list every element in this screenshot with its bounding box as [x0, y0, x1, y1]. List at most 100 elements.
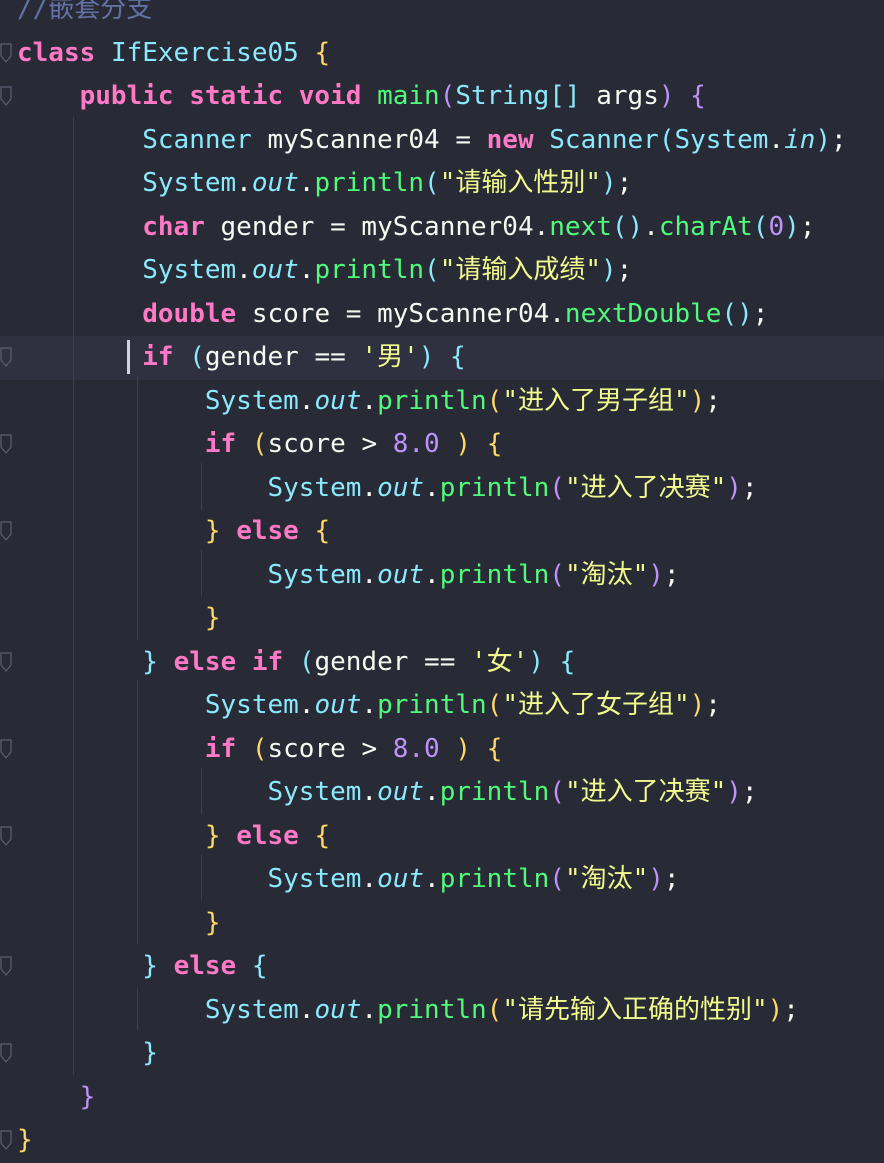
code-line[interactable]: } else if (gender == '女') { [0, 641, 884, 685]
code-line[interactable]: } else { [0, 510, 884, 554]
plain-token: = [330, 211, 346, 242]
code-text: if (gender == '男') { [17, 336, 465, 380]
code-line[interactable]: if (score > 8.0 ) { [0, 728, 884, 772]
code-line[interactable]: } [0, 1119, 884, 1163]
bracket-token: { [486, 733, 503, 764]
code-line[interactable]: System.out.println("请输入成绩"); [0, 249, 884, 293]
bracket-token: } [204, 516, 221, 546]
field-token: out [377, 472, 425, 503]
fold-marker-icon[interactable] [0, 738, 12, 760]
code-line[interactable]: System.out.println("淘汰"); [0, 858, 884, 902]
code-line[interactable]: if (gender == '男') { [0, 336, 884, 380]
code-line[interactable]: if (score > 8.0 ) { [0, 423, 884, 467]
code-line[interactable]: char gender = myScanner04.next().charAt(… [0, 206, 884, 250]
code-line[interactable]: } else { [0, 815, 884, 859]
keyword-token: else [173, 646, 237, 677]
fold-marker-icon[interactable] [0, 651, 12, 673]
field-token: out [377, 864, 425, 894]
code-line[interactable]: //嵌套分支 [0, 0, 884, 32]
plain-token: ; [705, 385, 721, 416]
bracket-token: [ [549, 81, 565, 111]
code-line[interactable]: } [0, 1032, 884, 1076]
code-line[interactable]: } [0, 902, 884, 946]
code-text: } else { [17, 815, 330, 859]
fold-marker-icon[interactable] [0, 346, 12, 368]
code-line[interactable]: } [0, 597, 884, 641]
code-line[interactable]: public static void main(String[] args) { [0, 75, 884, 119]
number-token: 8.0 [392, 429, 440, 459]
plain-token: myScanner04 [267, 124, 440, 155]
code-line[interactable]: System.out.println("进入了女子组"); [0, 684, 884, 728]
fold-marker-icon[interactable] [0, 825, 12, 847]
code-line[interactable]: System.out.println("进入了决赛"); [0, 771, 884, 815]
keyword-token: void [298, 81, 362, 111]
code-line[interactable]: System.out.println("请输入性别"); [0, 162, 884, 206]
code-line[interactable]: System.out.println("淘汰"); [0, 554, 884, 598]
bracket-token: ( [298, 646, 315, 677]
fold-marker-icon[interactable] [0, 42, 12, 64]
code-line[interactable]: double score = myScanner04.nextDouble(); [0, 293, 884, 337]
fold-marker-icon[interactable] [0, 433, 12, 455]
code-line[interactable]: System.out.println("请先输入正确的性别"); [0, 989, 884, 1033]
bracket-token: ) [528, 646, 544, 677]
string-token: "请输入性别" [439, 168, 601, 198]
indent-guide [201, 768, 202, 814]
code-editor[interactable]: //嵌套分支 class IfExercise05 { public static… [0, 0, 884, 1160]
code-line[interactable]: System.out.println("进入了决赛"); [0, 467, 884, 511]
plain-token: . [361, 559, 378, 590]
code-text: System.out.println("请输入性别"); [17, 162, 632, 206]
fold-gutter [0, 467, 14, 511]
fold-gutter [0, 0, 14, 32]
code-line[interactable]: Scanner myScanner04 = new Scanner(System… [0, 119, 884, 163]
code-line[interactable]: } else { [0, 945, 884, 989]
fold-marker-icon[interactable] [0, 520, 12, 542]
code-line[interactable]: class IfExercise05 { [0, 32, 884, 76]
fold-gutter [0, 293, 14, 337]
method-token: println [439, 864, 550, 894]
code-line[interactable]: } [0, 1076, 884, 1120]
keyword-token: if [204, 429, 237, 459]
bracket-token: ( [721, 298, 738, 329]
fold-marker-icon[interactable] [0, 1129, 12, 1151]
plain-token: ; [831, 124, 847, 155]
fold-marker-icon[interactable] [0, 955, 12, 977]
code-line[interactable]: System.out.println("进入了男子组"); [0, 380, 884, 424]
method-token: println [314, 168, 425, 198]
fold-marker-icon[interactable] [0, 85, 12, 107]
fold-marker-icon[interactable] [0, 1042, 12, 1064]
plain-token: = [314, 342, 331, 372]
